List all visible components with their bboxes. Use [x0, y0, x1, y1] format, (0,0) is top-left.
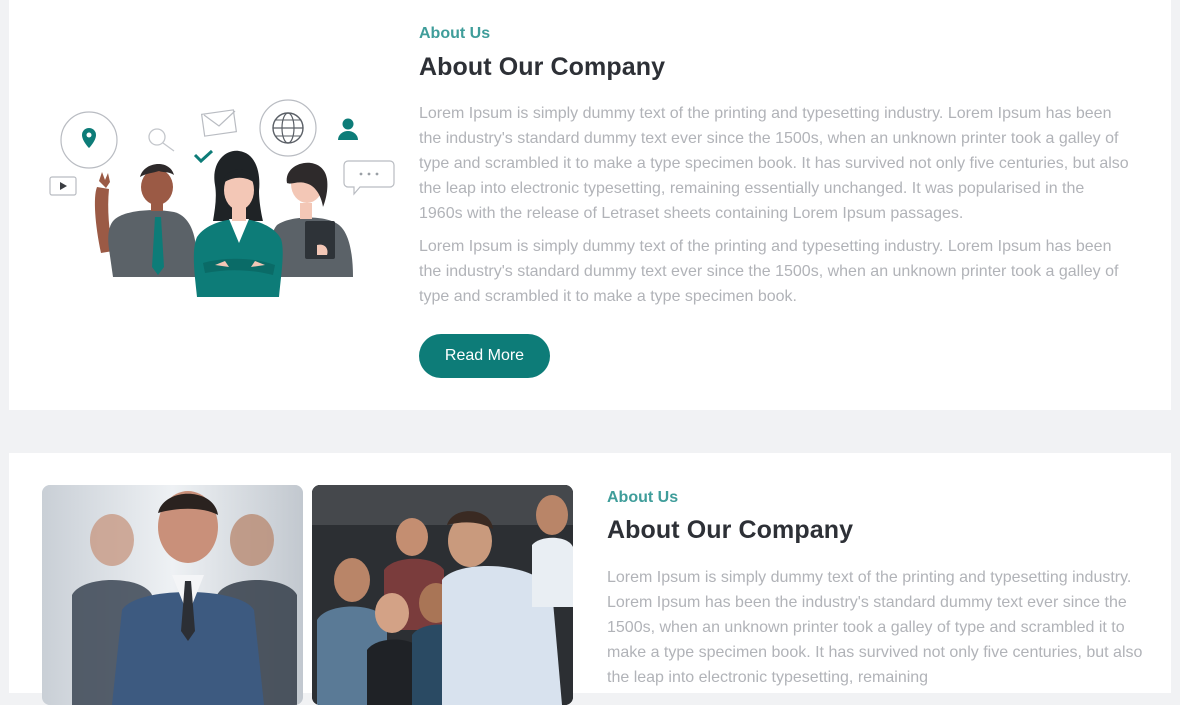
- globe-icon: [259, 99, 317, 157]
- team-illustration: [49, 99, 395, 297]
- mail-icon: [200, 109, 238, 137]
- user-icon: [338, 118, 358, 140]
- chat-bubble-icon: [343, 160, 395, 196]
- person-waving: [94, 163, 198, 277]
- section-heading: About Our Company: [419, 53, 666, 81]
- check-icon: [193, 149, 214, 164]
- section-eyebrow: About Us: [419, 25, 491, 42]
- team-photo-businessmen: [42, 485, 303, 705]
- person-arms-crossed: [193, 150, 283, 297]
- about-section-2: About Us About Our Company Lorem Ipsum i…: [9, 453, 1171, 705]
- section-heading: About Our Company: [607, 516, 854, 544]
- location-pin-icon: [60, 111, 118, 169]
- team-photo-meeting: [312, 485, 573, 705]
- section-paragraph-1: Lorem Ipsum is simply dummy text of the …: [419, 105, 1129, 222]
- section-paragraph-2: Lorem Ipsum is simply dummy text of the …: [419, 238, 1119, 305]
- section-eyebrow: About Us: [607, 489, 679, 506]
- section-paragraph-1: Lorem Ipsum is simply dummy text of the …: [607, 569, 1143, 686]
- search-icon: [148, 128, 175, 152]
- play-icon: [49, 176, 77, 196]
- read-more-button[interactable]: Read More: [419, 334, 550, 378]
- about-section-1: About Us About Our Company Lorem Ipsum i…: [9, 0, 1171, 410]
